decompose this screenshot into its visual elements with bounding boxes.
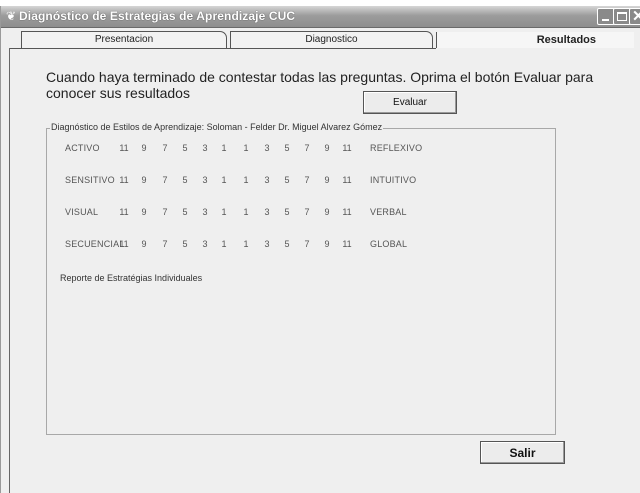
style-right-label: VERBAL: [370, 207, 407, 217]
scale-number: 11: [342, 143, 352, 153]
scale-number: 11: [119, 143, 129, 153]
scale-number: 7: [304, 207, 310, 217]
scale-number: 7: [304, 175, 310, 185]
scale-number: 3: [202, 239, 208, 249]
style-left-label: SENSITIVO: [65, 175, 115, 185]
scale-number: 1: [221, 175, 227, 185]
scale-number: 3: [264, 239, 270, 249]
reporte-label: Reporte de Estratégias Individuales: [60, 273, 203, 283]
scale-number: 5: [182, 207, 188, 217]
scale-number: 1: [221, 207, 227, 217]
scale-number: 5: [284, 175, 290, 185]
scale-number: 11: [119, 207, 129, 217]
scale-number: 1: [243, 143, 249, 153]
scale-number: 7: [304, 239, 310, 249]
scale-number: 5: [182, 239, 188, 249]
salir-button[interactable]: Salir: [480, 441, 565, 464]
scale-number: 3: [202, 175, 208, 185]
scale-number: 9: [324, 143, 330, 153]
scale-number: 1: [221, 239, 227, 249]
scale-number: 1: [221, 143, 227, 153]
scale-number: 3: [264, 207, 270, 217]
group-title: Diagnóstico de Estilos de Aprendizaje: S…: [50, 122, 384, 132]
evaluar-button[interactable]: Evaluar: [363, 91, 457, 114]
tab-diagnostico[interactable]: Diagnostico: [230, 31, 433, 48]
maximize-icon: [617, 12, 627, 21]
close-icon: ✕: [632, 8, 640, 25]
close-button[interactable]: ✕: [629, 8, 640, 25]
scale-number: 7: [162, 239, 168, 249]
scale-number: 1: [243, 175, 249, 185]
scale-number: 3: [264, 143, 270, 153]
scale-number: 5: [182, 175, 188, 185]
title-bar[interactable]: ❦ Diagnóstico de Estrategias de Aprendiz…: [1, 6, 640, 28]
scale-number: 1: [243, 239, 249, 249]
scale-number: 5: [284, 143, 290, 153]
scale-number: 1: [243, 207, 249, 217]
scale-number: 9: [324, 175, 330, 185]
scale-number: 7: [162, 175, 168, 185]
scale-number: 3: [202, 207, 208, 217]
scale-number: 9: [141, 175, 147, 185]
scale-number: 3: [202, 143, 208, 153]
scale-number: 7: [162, 207, 168, 217]
scale-number: 3: [264, 175, 270, 185]
scale-number: 11: [119, 239, 129, 249]
scale-number: 9: [324, 239, 330, 249]
scale-number: 7: [162, 143, 168, 153]
scale-number: 9: [324, 207, 330, 217]
scale-number: 11: [342, 239, 352, 249]
tab-presentacion[interactable]: Presentacion: [21, 31, 227, 48]
scale-number: 11: [119, 175, 129, 185]
style-right-label: INTUITIVO: [370, 175, 417, 185]
style-right-label: GLOBAL: [370, 239, 408, 249]
window-title: Diagnóstico de Estrategias de Aprendizaj…: [19, 9, 296, 23]
scale-number: 9: [141, 207, 147, 217]
scale-number: 7: [304, 143, 310, 153]
scale-number: 9: [141, 239, 147, 249]
scale-number: 9: [141, 143, 147, 153]
scale-number: 5: [182, 143, 188, 153]
style-left-label: ACTIVO: [65, 143, 100, 153]
style-right-label: REFLEXIVO: [370, 143, 423, 153]
minimize-icon: [602, 19, 609, 21]
scale-number: 5: [284, 239, 290, 249]
instructions-text: Cuando haya terminado de contestar todas…: [46, 69, 594, 101]
style-left-label: VISUAL: [65, 207, 99, 217]
scale-number: 11: [342, 207, 352, 217]
style-left-label: SECUENCIAL: [65, 239, 125, 249]
tab-resultados[interactable]: Resultados: [436, 32, 634, 48]
app-icon: ❦: [5, 9, 17, 23]
scale-number: 11: [342, 175, 352, 185]
scale-number: 5: [284, 207, 290, 217]
tab-resultados-label: Resultados: [536, 34, 596, 46]
